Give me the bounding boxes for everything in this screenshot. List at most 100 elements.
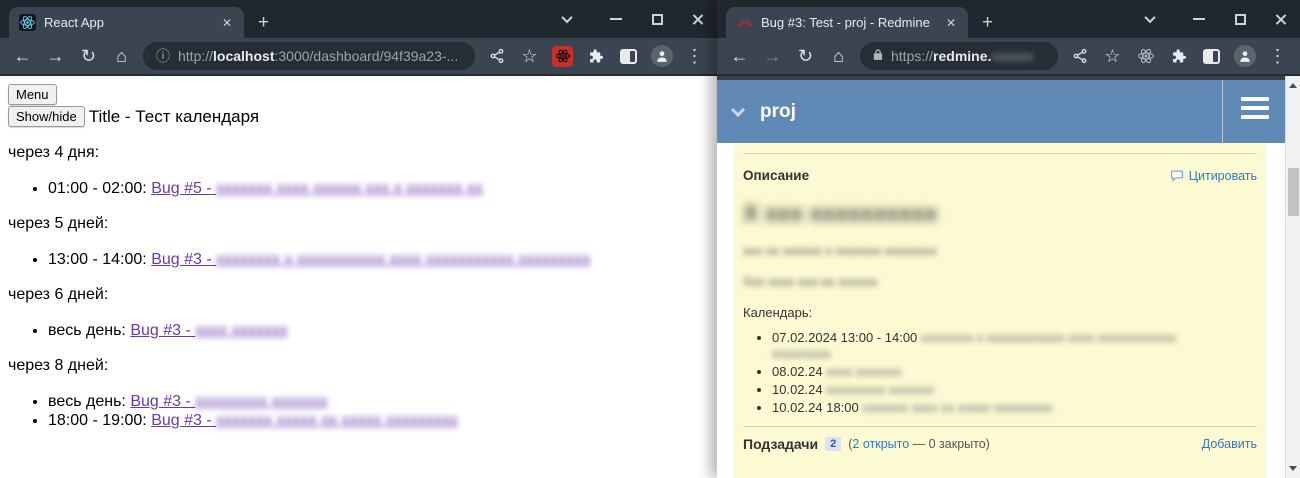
reload-button[interactable]: ↻ — [790, 41, 821, 71]
event-item: 13:00 - 14:00: Bug #3 - xxxxxxxx x xxxxx… — [48, 250, 717, 269]
maximize-button[interactable] — [1233, 12, 1247, 26]
address-bar[interactable]: https://redmine.xxxxxx — [860, 42, 1058, 70]
tab-title: React App — [44, 15, 212, 30]
quote-link[interactable]: Цитировать — [1170, 169, 1257, 183]
react-favicon-icon — [19, 14, 36, 31]
browser-menu-icon[interactable]: ⋮ — [1262, 41, 1293, 71]
redacted-text: xxxxxxx xxxxx xx xxxxx xxxxxxxxx — [216, 412, 458, 429]
minimize-button[interactable] — [609, 12, 623, 26]
subtasks-count-badge: 2 — [825, 437, 841, 451]
close-button[interactable] — [1274, 12, 1288, 26]
react-dashboard-page: Menu Show/hide Title - Тест календаря че… — [0, 76, 717, 430]
extensions-puzzle-icon[interactable] — [1163, 41, 1194, 71]
redacted-text: xxxxxxx xxxx xxxxxx xxx x xxxxxxx xx — [216, 180, 483, 197]
side-panel-icon[interactable] — [1196, 41, 1227, 71]
url-text: https://redmine.xxxxxx — [891, 48, 1033, 64]
event-time: 01:00 - 02:00: — [48, 180, 147, 197]
calendar-date: 07.02.2024 13:00 - 14:00 — [772, 330, 917, 345]
event-item: весь день: Bug #3 - xxxxxxxxx xxxxxxx — [48, 392, 717, 411]
back-button[interactable]: ← — [7, 41, 38, 71]
redacted-text: xxxxxxxxx xxxxxxx — [195, 393, 327, 410]
bug-link[interactable]: Bug #3 - xxxx xxxxxxx — [130, 322, 287, 339]
profile-avatar[interactable] — [646, 41, 677, 71]
react-devtools-extension-icon[interactable] — [547, 41, 578, 71]
right-toolbar: ← → ↻ ⌂ https://redmine.xxxxxx ☆ ⋮ — [717, 38, 1300, 76]
collapse-chevron-icon[interactable] — [731, 102, 745, 116]
calendar-label: Календарь: — [743, 305, 1257, 320]
side-panel-icon[interactable] — [613, 41, 644, 71]
bookmark-star-icon[interactable]: ☆ — [1097, 41, 1128, 71]
bug-link[interactable]: Bug #3 - xxxxxxxx x xxxxxxxxxxx xxxx xxx… — [151, 251, 590, 268]
redacted-text: xxxx xxxxxxx — [195, 322, 287, 339]
redmine-page-viewport: proj Описание Цитировать X xxx xxxxxxxxx… — [717, 76, 1300, 478]
close-button[interactable] — [691, 12, 705, 26]
forward-button[interactable]: → — [40, 41, 71, 71]
right-titlebar: Bug #3: Test - proj - Redmine ✕ + — [717, 0, 1300, 38]
bug-link[interactable]: Bug #5 - xxxxxxx xxxx xxxxxx xxx x xxxxx… — [151, 180, 483, 197]
redacted-paragraph: Xxx xxxx xxx-xx xxxxxx — [743, 274, 1257, 289]
bookmark-star-icon[interactable]: ☆ — [514, 41, 545, 71]
minimize-button[interactable] — [1192, 12, 1206, 26]
tab-list-chevron-icon[interactable] — [1143, 12, 1157, 26]
scroll-down-arrow-icon[interactable] — [1289, 466, 1297, 471]
calendar-item: 10.02.24 18:00 xxxxxxx xxxx xx xxxxx xxx… — [772, 400, 1223, 416]
back-button[interactable]: ← — [724, 41, 755, 71]
redacted-issue-heading: X xxx xxxxxxxxxx — [743, 200, 937, 227]
calendar-item: 07.02.2024 13:00 - 14:00 xxxxxxxx x xxxx… — [772, 330, 1223, 362]
lock-icon[interactable] — [873, 48, 883, 64]
bug-link[interactable]: Bug #3 - xxxxxxx xxxxx xx xxxxx xxxxxxxx… — [151, 412, 458, 429]
reload-button[interactable]: ↻ — [73, 41, 104, 71]
section-heading: через 5 дней: — [8, 215, 717, 233]
bug-link[interactable]: Bug #3 - xxxxxxxxx xxxxxxx — [130, 393, 327, 410]
redacted-text: xxxxxxxx x xxxxxxxxxxx xxxx xxxxxxxxxxx … — [216, 251, 590, 268]
share-icon[interactable] — [481, 41, 512, 71]
home-button[interactable]: ⌂ — [106, 41, 137, 71]
section-heading: через 8 дней: — [8, 357, 717, 375]
redacted-url: xxxxxx — [991, 48, 1033, 64]
redacted-text: xxxx xxxxxxx — [826, 364, 901, 379]
page-scrollbar[interactable] — [1285, 76, 1300, 478]
description-heading: Описание — [743, 168, 809, 183]
info-icon[interactable]: ⓘ — [156, 46, 170, 66]
tab-list-chevron-icon[interactable] — [560, 12, 574, 26]
redmine-favicon-icon — [736, 14, 753, 31]
react-devtools-extension-icon[interactable] — [1130, 41, 1161, 71]
scrollbar-thumb[interactable] — [1288, 168, 1299, 216]
left-toolbar: ← → ↻ ⌂ ⓘ http://localhost:3000/dashboar… — [0, 38, 717, 76]
scroll-up-arrow-icon[interactable] — [1289, 83, 1297, 88]
window-controls — [560, 0, 705, 38]
redmine-project-header: proj — [717, 80, 1285, 143]
tab-react-app[interactable]: React App ✕ — [9, 7, 244, 38]
section-heading: через 4 дня: — [8, 144, 717, 162]
home-button[interactable]: ⌂ — [823, 41, 854, 71]
tab-title: Bug #3: Test - proj - Redmine — [761, 15, 936, 30]
address-bar[interactable]: ⓘ http://localhost:3000/dashboard/94f39a… — [143, 42, 475, 70]
open-subtasks-link[interactable]: 2 открыто — [852, 437, 909, 451]
tab-close-icon[interactable]: ✕ — [944, 16, 958, 30]
new-tab-button[interactable]: + — [982, 13, 993, 32]
add-subtask-link[interactable]: Добавить — [1202, 437, 1257, 451]
profile-avatar[interactable] — [1229, 41, 1260, 71]
tab-redmine[interactable]: Bug #3: Test - proj - Redmine ✕ — [726, 7, 968, 38]
browser-menu-icon[interactable]: ⋮ — [679, 41, 710, 71]
subtasks-heading: Подзадачи — [743, 436, 818, 452]
extensions-puzzle-icon[interactable] — [580, 41, 611, 71]
left-browser-window: React App ✕ + ← → ↻ ⌂ ⓘ http://localhost… — [0, 0, 717, 478]
menu-button[interactable]: Menu — [8, 84, 57, 105]
redacted-paragraph: xxx xx xxxxxx x xxxxxxx xxxxxxxx — [743, 243, 1257, 258]
tab-close-icon[interactable]: ✕ — [220, 16, 234, 30]
showhide-button[interactable]: Show/hide — [8, 106, 85, 127]
event-item: весь день: Bug #3 - xxxx xxxxxxx — [48, 321, 717, 340]
calendar-item: 10.02.24 xxxxxxxxx xxxxxxx — [772, 382, 1223, 398]
event-list: 13:00 - 14:00: Bug #3 - xxxxxxxx x xxxxx… — [8, 250, 717, 269]
divider — [743, 153, 1257, 154]
hamburger-menu-button[interactable] — [1241, 97, 1269, 119]
maximize-button[interactable] — [650, 12, 664, 26]
forward-button[interactable]: → — [757, 41, 788, 71]
share-icon[interactable] — [1064, 41, 1095, 71]
new-tab-button[interactable]: + — [258, 13, 269, 32]
event-item: 18:00 - 19:00: Bug #3 - xxxxxxx xxxxx xx… — [48, 411, 717, 430]
speech-bubble-icon — [1170, 170, 1184, 182]
calendar-list: 07.02.2024 13:00 - 14:00 xxxxxxxx x xxxx… — [743, 330, 1223, 416]
calendar-date: 08.02.24 — [772, 364, 823, 379]
